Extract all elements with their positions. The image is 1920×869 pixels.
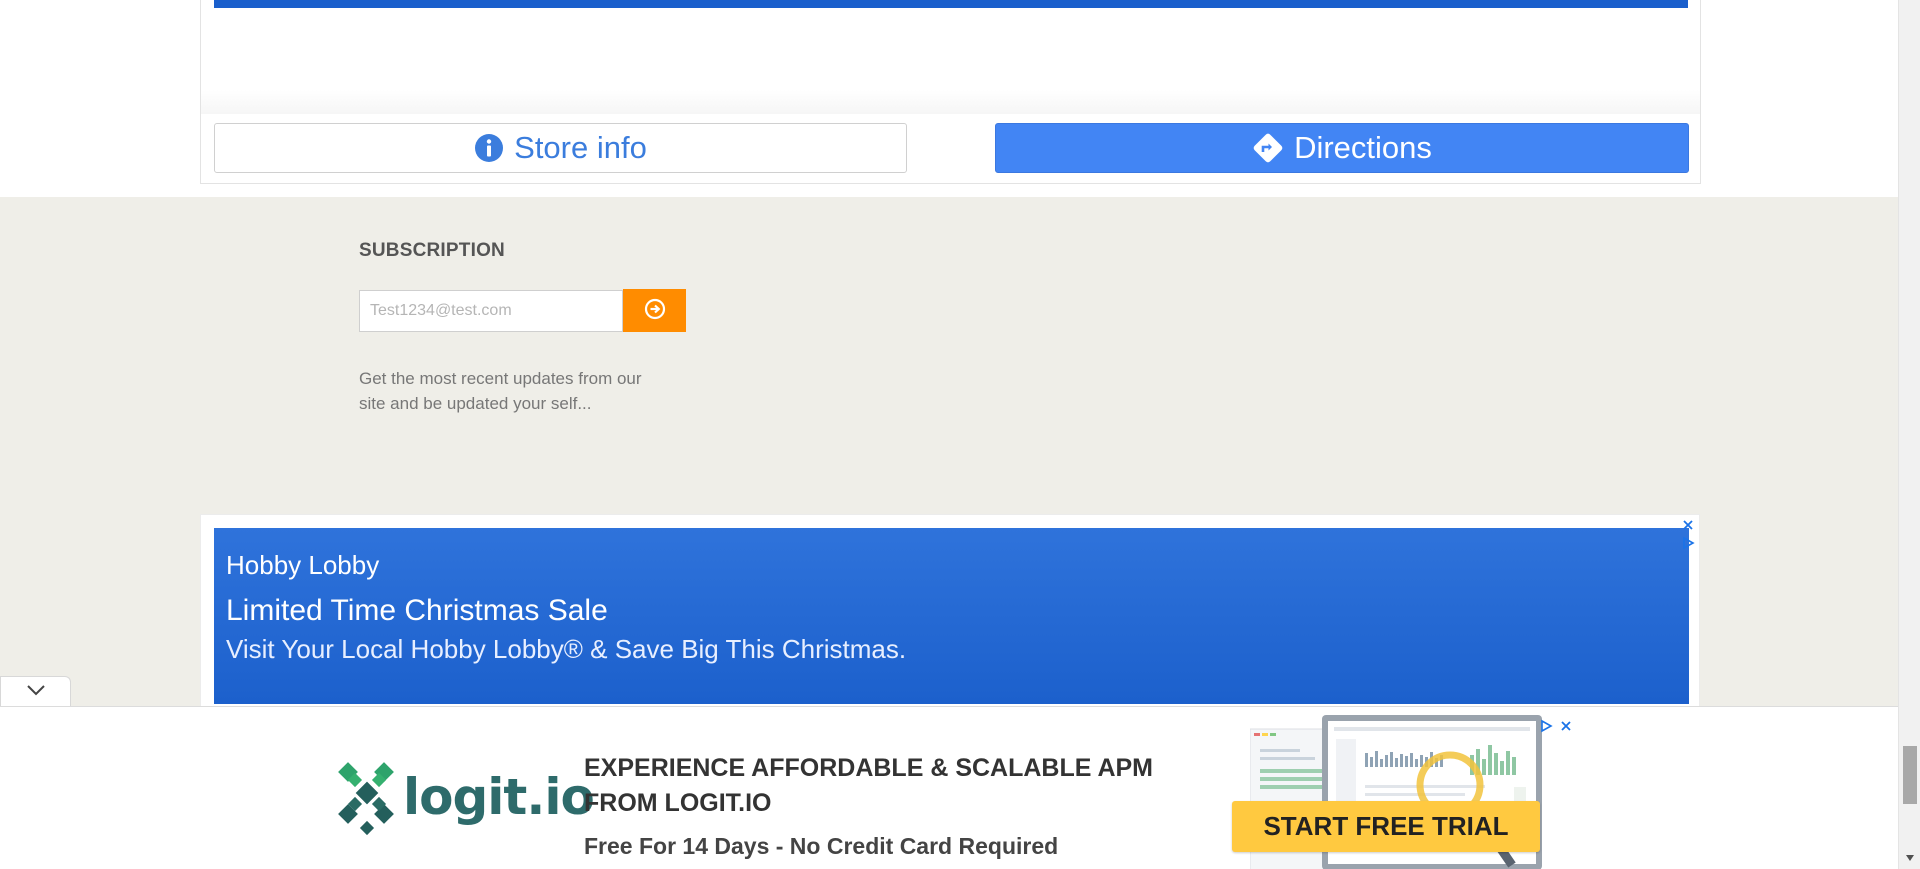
arrow-circle-right-icon	[644, 298, 666, 323]
subscribe-button[interactable]	[623, 289, 686, 332]
ad-description[interactable]: Visit Your Local Hobby Lobby® & Save Big…	[226, 634, 906, 665]
store-info-label: Store info	[514, 130, 647, 165]
sticky-ad-headline[interactable]: EXPERIENCE AFFORDABLE & SCALABLE APM FRO…	[584, 751, 1204, 821]
collapse-ad-button[interactable]	[0, 676, 71, 707]
vertical-scrollbar[interactable]	[1898, 0, 1920, 869]
store-section: Store info Directions	[0, 0, 1898, 197]
ad-headline[interactable]: Limited Time Christmas Sale	[226, 594, 608, 628]
subscription-description: Get the most recent updates from our sit…	[359, 369, 642, 413]
store-info-button[interactable]: Store info	[214, 123, 907, 173]
logit-logo-text: logit.io	[403, 768, 595, 826]
directions-button[interactable]: Directions	[995, 123, 1689, 173]
scroll-down-arrow-icon[interactable]	[1904, 852, 1916, 864]
subscription-section: SUBSCRIPTION Get the most recent updates…	[359, 240, 686, 413]
store-card: Store info Directions	[200, 0, 1701, 184]
info-icon	[474, 133, 504, 163]
sticky-ad[interactable]: logit.io EXPERIENCE AFFORDABLE & SCALABL…	[322, 715, 1572, 869]
directions-label: Directions	[1294, 130, 1432, 165]
map-bottom-bar	[214, 0, 1688, 8]
ad-brand[interactable]: Hobby Lobby	[226, 550, 379, 581]
scrollbar-thumb[interactable]	[1903, 746, 1917, 804]
subscription-form	[359, 289, 686, 332]
chevron-down-icon	[26, 683, 46, 701]
email-field[interactable]	[359, 290, 623, 332]
logit-logo[interactable]: logit.io	[337, 757, 595, 837]
card-divider	[201, 90, 1700, 114]
page: Store info Directions SUBSCRIPTION Test1…	[0, 0, 1920, 869]
logit-logo-mark	[338, 762, 394, 836]
ad-banner[interactable]: Hobby Lobby Limited Time Christmas Sale …	[200, 514, 1700, 714]
close-icon[interactable]	[1558, 718, 1572, 734]
sticky-ad-subtext[interactable]: Free For 14 Days - No Credit Card Requir…	[584, 833, 1058, 860]
ad-banner-body[interactable]: Hobby Lobby Limited Time Christmas Sale …	[214, 528, 1689, 704]
directions-icon	[1252, 132, 1284, 164]
subscription-heading: SUBSCRIPTION	[359, 240, 505, 261]
sticky-ad-bar: logit.io EXPERIENCE AFFORDABLE & SCALABL…	[0, 706, 1898, 869]
adchoices-icon[interactable]	[1680, 535, 1696, 551]
close-icon[interactable]	[1680, 517, 1696, 533]
start-free-trial-button[interactable]: START FREE TRIAL	[1232, 801, 1540, 852]
adchoices-icon[interactable]	[1538, 718, 1554, 734]
